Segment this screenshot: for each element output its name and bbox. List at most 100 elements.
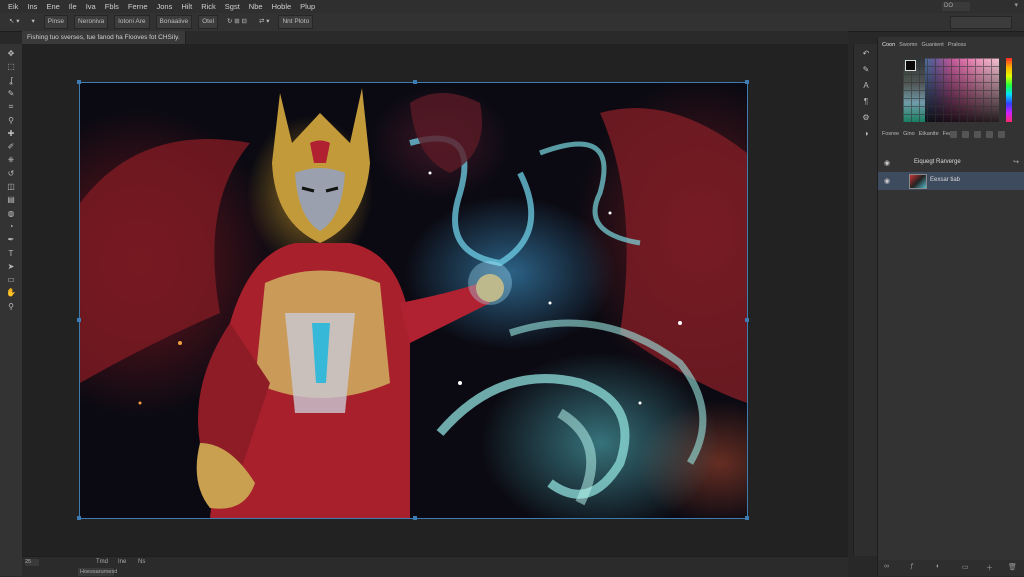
- color-panel-tabs: Coon Swomn Guanient Praloss: [878, 40, 1024, 50]
- tab-color[interactable]: Coon: [882, 40, 895, 50]
- layer-row-selected[interactable]: ◉ Eexsar tiab: [878, 172, 1024, 190]
- status-tab-2[interactable]: Ine: [118, 558, 126, 566]
- options-bar: ↖ ▾ ▾ Pinse Neroniva Iotoni Are Bonaaiiv…: [0, 13, 1024, 32]
- option-item-6[interactable]: Nnt Ploto: [278, 15, 314, 29]
- menu-item-plup[interactable]: Plup: [300, 2, 315, 11]
- option-item-5[interactable]: Otel: [198, 15, 219, 29]
- workspace-select[interactable]: [950, 16, 1012, 29]
- marquee-tool-icon[interactable]: ⬚: [5, 61, 17, 72]
- adjustments-icon[interactable]: ◑: [859, 128, 873, 140]
- tab-paths[interactable]: Etkanite: [919, 129, 939, 139]
- mask-icon[interactable]: ◐: [936, 563, 940, 570]
- link-icon[interactable]: ↪: [1013, 158, 1019, 166]
- option-item-1[interactable]: Pinse: [43, 15, 69, 29]
- tab-gradients[interactable]: Guanient: [922, 40, 944, 50]
- new-group-icon[interactable]: ▭: [962, 563, 969, 571]
- hand-tool-icon[interactable]: ✋: [5, 287, 17, 298]
- pen-tool-icon[interactable]: ✒: [5, 234, 17, 245]
- menu-item-fbls[interactable]: Fbls: [105, 2, 119, 11]
- character-icon[interactable]: A: [859, 80, 873, 92]
- menu-item-sgst[interactable]: Sgst: [225, 2, 240, 11]
- status-bar: 25 Tmd Ine Ns Hoessarurnesd: [22, 556, 848, 577]
- transform-handle-b[interactable]: [413, 516, 417, 520]
- option-item-3[interactable]: Iotoni Are: [114, 15, 150, 29]
- visibility-eye-icon[interactable]: ◉: [884, 159, 890, 167]
- layer-name: Eexsar tiab: [930, 177, 961, 183]
- quick-select-icon[interactable]: ✎: [5, 88, 17, 99]
- document-info[interactable]: Hoessarurnesd: [78, 568, 117, 576]
- eraser-tool-icon[interactable]: ◫: [5, 181, 17, 192]
- foreground-color[interactable]: [905, 60, 916, 71]
- dropdown-icon[interactable]: ▾: [29, 16, 38, 28]
- move-tool-icon[interactable]: ✥: [5, 48, 17, 59]
- tab-channels[interactable]: Gino: [903, 129, 915, 139]
- menu-item-eik[interactable]: Eik: [8, 2, 18, 11]
- menu-item-ene[interactable]: Ene: [46, 2, 59, 11]
- clone-stamp-icon[interactable]: ⎈: [5, 154, 17, 165]
- healing-brush-icon[interactable]: ✚: [5, 128, 17, 139]
- transform-handle-br[interactable]: [745, 516, 749, 520]
- transform-handle-tl[interactable]: [77, 80, 81, 84]
- dodge-tool-icon[interactable]: ◔: [5, 221, 17, 232]
- tab-swatches[interactable]: Swomn: [899, 40, 917, 50]
- eyedropper-icon[interactable]: ⚲: [5, 115, 17, 126]
- type-tool-icon[interactable]: T: [5, 248, 17, 259]
- layer-lock-icon[interactable]: [950, 131, 957, 138]
- status-tab-3[interactable]: Ns: [138, 558, 145, 566]
- visibility-eye-icon[interactable]: ◉: [884, 177, 890, 185]
- artwork-canvas[interactable]: [79, 82, 748, 519]
- option-item-4[interactable]: Bonaaiive: [155, 15, 193, 29]
- menu-item-hilt[interactable]: Hilt: [181, 2, 192, 11]
- hue-slider[interactable]: [1006, 58, 1012, 122]
- properties-icon[interactable]: ⚙: [859, 112, 873, 124]
- tab-layers[interactable]: Fosree: [882, 129, 899, 139]
- menu-item-hoble[interactable]: Hoble: [272, 2, 292, 11]
- history-icon[interactable]: ↶: [859, 48, 873, 60]
- status-tab-1[interactable]: Tmd: [96, 558, 108, 566]
- layer-thumbnail: [909, 174, 927, 189]
- layer-style-icon[interactable]: [998, 131, 1005, 138]
- layer-link-icon[interactable]: [986, 131, 993, 138]
- menu-item-rick[interactable]: Rick: [201, 2, 216, 11]
- gradient-tool-icon[interactable]: ▤: [5, 194, 17, 205]
- shape-tool-icon[interactable]: ▭: [5, 274, 17, 285]
- transform-handle-tr[interactable]: [745, 80, 749, 84]
- transform-handle-l[interactable]: [77, 318, 81, 322]
- menu-item-jons[interactable]: Jons: [157, 2, 173, 11]
- zoom-field[interactable]: 25: [25, 559, 39, 566]
- blur-tool-icon[interactable]: ◍: [5, 208, 17, 219]
- trash-icon[interactable]: 🗑: [1008, 563, 1017, 571]
- transform-handle-r[interactable]: [745, 318, 749, 322]
- fx-icon[interactable]: ƒ: [910, 563, 914, 570]
- search-field[interactable]: DO: [942, 2, 970, 11]
- zoom-tool-icon[interactable]: ⚲: [5, 301, 17, 312]
- path-select-icon[interactable]: ➤: [5, 261, 17, 272]
- option-item-2[interactable]: Neroniva: [74, 15, 109, 29]
- window-controls[interactable]: ▾: [1014, 1, 1018, 9]
- rotate-icon[interactable]: ↻ ⊞ ⊟: [224, 16, 250, 28]
- canvas-area[interactable]: [22, 44, 848, 556]
- menu-item-iva[interactable]: Iva: [86, 2, 96, 11]
- menu-item-nbe[interactable]: Nbe: [249, 2, 263, 11]
- link-layers-icon[interactable]: ∞: [884, 563, 889, 570]
- layer-row[interactable]: ◉ Eiquegt Rarverge ↪: [878, 156, 1024, 170]
- transform-icon[interactable]: ⇄ ▾: [256, 16, 273, 28]
- swatch-grid: [903, 58, 999, 122]
- transform-handle-t[interactable]: [413, 80, 417, 84]
- brush-tool-icon[interactable]: ✐: [5, 141, 17, 152]
- menu-item-ile[interactable]: Ile: [69, 2, 77, 11]
- menu-item-ins[interactable]: Ins: [27, 2, 37, 11]
- brush-settings-icon[interactable]: ✎: [859, 64, 873, 76]
- layer-fill-icon[interactable]: [962, 131, 969, 138]
- transform-handle-bl[interactable]: [77, 516, 81, 520]
- menu-item-ferne[interactable]: Ferne: [128, 2, 148, 11]
- lasso-tool-icon[interactable]: ʆ: [5, 75, 17, 86]
- paragraph-icon[interactable]: ¶: [859, 96, 873, 108]
- document-tab[interactable]: Fishing tuo sverses, tue fanod ha Floove…: [22, 31, 186, 44]
- layer-opacity-icon[interactable]: [974, 131, 981, 138]
- tab-patterns[interactable]: Praloss: [948, 40, 966, 50]
- new-layer-icon[interactable]: ＋: [986, 563, 993, 573]
- crop-tool-icon[interactable]: ⌗: [5, 101, 17, 112]
- history-brush-icon[interactable]: ↺: [5, 168, 17, 179]
- arrow-icon[interactable]: ↖ ▾: [6, 16, 23, 28]
